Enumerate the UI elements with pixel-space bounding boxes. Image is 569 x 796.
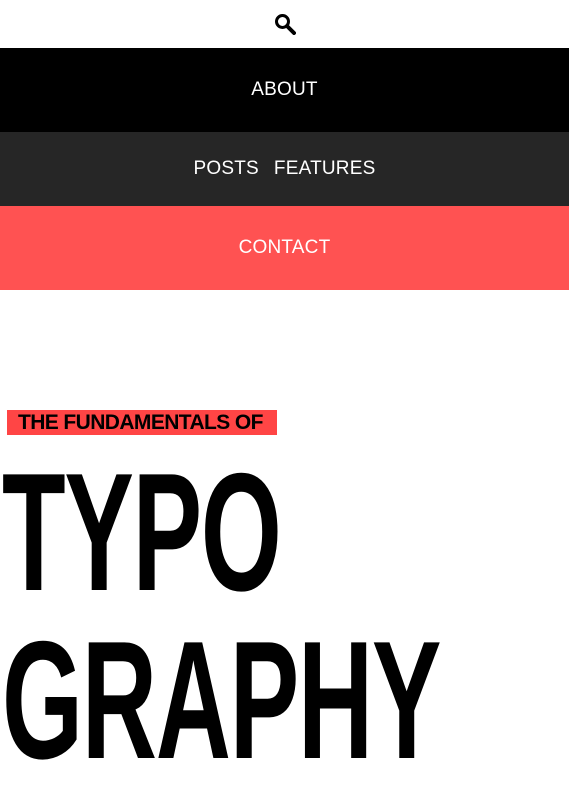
search-icon [274,14,296,35]
hero-title: TYPO GRAPHY [2,438,441,794]
hero-title-line1: TYPO [2,438,282,626]
nav-row-contact: CONTACT [0,206,569,290]
hero-title-line2: GRAPHY [2,606,441,794]
page: ABOUT POSTS FEATURES CONTACT THE FUNDAME… [0,0,569,796]
hero-section: THE FUNDAMENTALS OF TYPO GRAPHY [0,290,569,796]
nav-link-posts[interactable]: POSTS [194,158,259,180]
nav-link-features[interactable]: FEATURES [274,158,376,180]
nav-row-posts-features: POSTS FEATURES [0,132,569,206]
nav-link-contact[interactable]: CONTACT [239,237,331,259]
hero-kicker: THE FUNDAMENTALS OF [7,410,277,435]
top-bar [0,0,569,48]
nav-link-about[interactable]: ABOUT [251,79,317,101]
main-nav: ABOUT POSTS FEATURES CONTACT [0,48,569,290]
search-button[interactable] [271,10,299,38]
nav-row-about: ABOUT [0,48,569,132]
